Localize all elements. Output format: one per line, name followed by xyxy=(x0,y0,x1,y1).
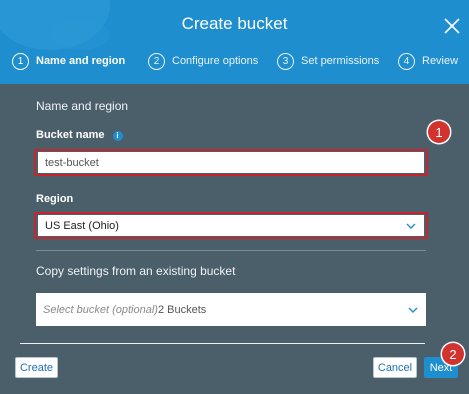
step-label: Configure options xyxy=(172,55,259,67)
section-title: Name and region xyxy=(36,99,129,113)
close-icon[interactable] xyxy=(442,16,462,36)
bucket-count: 2 Buckets xyxy=(157,303,207,316)
divider xyxy=(36,250,426,251)
region-value: US East (Ohio) xyxy=(45,219,119,232)
step-number: 4 xyxy=(398,52,415,70)
bucket-name-input[interactable]: test-bucket xyxy=(38,152,424,173)
copy-settings-title: Copy settings from an existing bucket xyxy=(36,264,236,278)
copy-bucket-text: Select bucket (optional)2 Buckets xyxy=(43,304,206,316)
step-label: Review xyxy=(422,55,459,67)
create-button[interactable]: Create xyxy=(15,357,58,378)
step-label: Name and region xyxy=(36,55,126,67)
step-review[interactable]: 4 Review xyxy=(398,50,458,72)
step-label: Set permissions xyxy=(301,55,380,67)
info-icon[interactable]: i xyxy=(112,130,123,141)
chevron-down-icon xyxy=(406,223,416,229)
dialog-header: Create bucket 1 Name and region 2 Config… xyxy=(0,0,469,84)
step-configure-options[interactable]: 2 Configure options xyxy=(148,50,258,72)
annotation-marker: 2 xyxy=(442,343,464,365)
step-name-and-region[interactable]: 1 Name and region xyxy=(12,50,125,72)
region-select[interactable]: US East (Ohio) xyxy=(38,215,424,236)
copy-bucket-select[interactable]: Select bucket (optional)2 Buckets xyxy=(36,293,426,326)
footer-divider xyxy=(20,343,425,344)
region-label: Region xyxy=(36,193,74,205)
cancel-button[interactable]: Cancel xyxy=(373,357,417,378)
bucket-name-label: Bucket name i xyxy=(36,129,123,141)
wizard-steps: 1 Name and region 2 Configure options 3 … xyxy=(0,50,469,72)
step-number: 3 xyxy=(277,52,294,70)
copy-bucket-placeholder: Select bucket (optional) xyxy=(43,303,158,316)
step-number: 2 xyxy=(148,52,165,70)
chevron-down-icon xyxy=(408,307,418,313)
dialog-title: Create bucket xyxy=(181,14,288,33)
annotation-marker: 1 xyxy=(428,121,450,143)
step-number: 1 xyxy=(12,52,29,70)
step-set-permissions[interactable]: 3 Set permissions xyxy=(277,50,379,72)
bucket-name-label-text: Bucket name xyxy=(36,129,105,141)
